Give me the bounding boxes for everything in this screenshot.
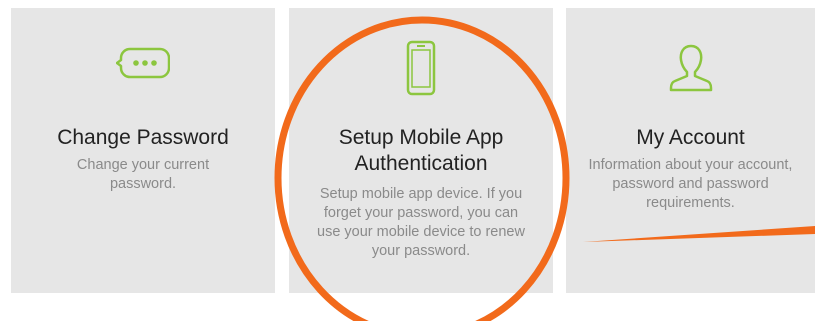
chat-bubble-dots-icon [115,46,171,85]
setup-mobile-app-title: Setup Mobile App Authentication [338,126,504,175]
my-account-description: Information about your account, password… [588,157,793,211]
user-icon [668,43,714,98]
account-options-panel: Change Password Change your current pass… [0,0,815,321]
smartphone-icon [405,40,437,101]
change-password-tile[interactable]: Change Password Change your current pass… [11,8,275,293]
change-password-description: Change your current password. [76,157,210,192]
my-account-tile[interactable]: My Account Information about your accoun… [566,8,815,293]
setup-mobile-app-tile[interactable]: Setup Mobile App Authentication Setup mo… [289,8,553,293]
setup-mobile-app-description: Setup mobile app device. If you forget y… [317,186,525,259]
my-account-title: My Account [636,126,745,149]
change-password-title: Change Password [57,126,229,149]
